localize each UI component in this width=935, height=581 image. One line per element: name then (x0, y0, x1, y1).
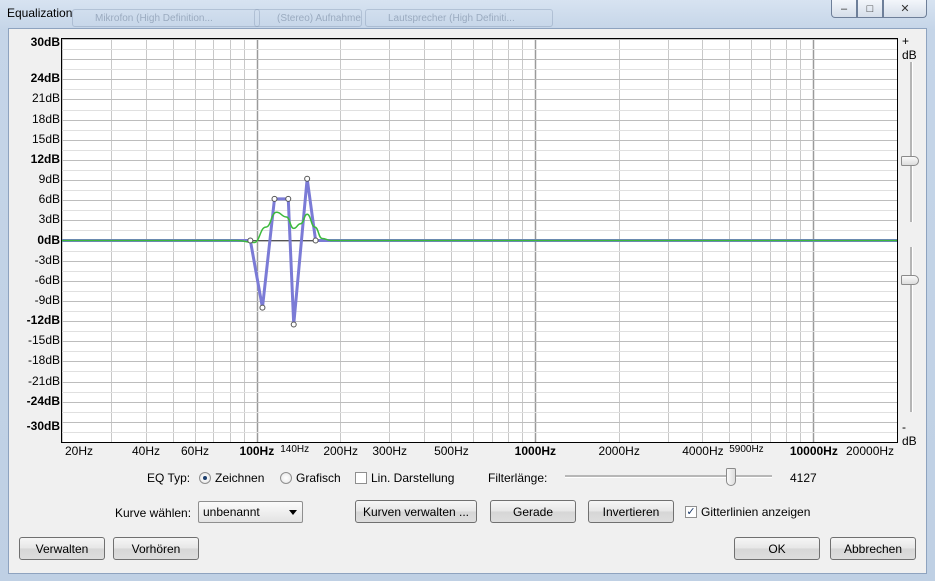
manage-curves-button[interactable]: Kurven verwalten ... (355, 500, 477, 523)
invert-button[interactable]: Invertieren (588, 500, 674, 523)
db-axis-label: 15dB (31, 131, 60, 146)
linear-scale-label[interactable]: Lin. Darstellung (371, 471, 454, 485)
db-axis-label: 30dB (30, 35, 60, 49)
db-axis-label: 3dB (38, 212, 60, 227)
background-device-tab: (Stereo) Aufnahme (254, 9, 362, 27)
curve-control-point[interactable] (247, 237, 254, 244)
hz-axis-label: 20Hz (65, 444, 94, 458)
db-axis-label: 18dB (31, 111, 60, 126)
curve-select-label: Kurve wählen: (115, 506, 192, 520)
filter-response-curve (62, 211, 897, 244)
dialog-body: 30dB 24dB 21dB 18dB 15dB 12dB 9dB 6dB 3dB 0dB -3dB… (8, 28, 927, 574)
grid-checkbox[interactable]: ✓ (685, 506, 697, 518)
minimize-icon: – (840, 2, 848, 15)
db-axis-label: -30dB (26, 419, 60, 433)
preview-button[interactable]: Vorhören (113, 537, 199, 560)
background-device-tab: Lautsprecher (High Definiti... (365, 9, 553, 27)
db-axis-label: 21dB (31, 91, 60, 106)
min-gain-slider[interactable] (901, 247, 919, 417)
manage-button[interactable]: Verwalten (19, 537, 105, 560)
maximize-button[interactable]: □ (857, 0, 883, 18)
hz-axis-label: 40Hz (131, 444, 160, 458)
hz-axis-label: 20000Hz (846, 444, 895, 458)
db-axis-label: 0dB (37, 232, 60, 247)
hz-axis-label: 100Hz (239, 444, 275, 458)
db-axis-label: 24dB (30, 71, 60, 86)
curve-control-point[interactable] (290, 321, 297, 328)
db-axis-label: 12dB (30, 151, 60, 166)
eq-curve-canvas[interactable] (61, 38, 898, 443)
curve-control-point[interactable] (304, 175, 311, 182)
db-axis-label: -24dB (26, 393, 60, 408)
linear-scale-checkbox[interactable] (355, 472, 367, 484)
min-gain-track (910, 247, 913, 412)
flat-button[interactable]: Gerade (490, 500, 576, 523)
hz-axis-label: 2000Hz (598, 444, 640, 458)
hz-axis-label: 140Hz (280, 444, 310, 455)
background-device-tab: Mikrofon (High Definition... (72, 9, 260, 27)
curve-control-point[interactable] (285, 195, 292, 202)
eq-graph-area: 30dB 24dB 21dB 18dB 15dB 12dB 9dB 6dB 3dB 0dB -3dB… (14, 32, 919, 465)
curve-select-value: unbenannt (203, 505, 260, 519)
db-axis-label: -3dB (34, 252, 60, 267)
max-gain-track (910, 62, 913, 222)
minimize-button[interactable]: – (831, 0, 857, 18)
maximize-icon: □ (866, 2, 874, 15)
equalization-window: Equalization Mikrofon (High Definition..… (0, 0, 935, 581)
filter-length-thumb[interactable] (725, 468, 736, 486)
cancel-button[interactable]: Abbrechen (830, 537, 916, 560)
db-axis-label: -9dB (34, 292, 60, 307)
db-axis-label: 9dB (38, 172, 60, 187)
graphic-radio-label[interactable]: Grafisch (296, 471, 341, 485)
grid-checkbox-label[interactable]: Gitterlinien anzeigen (701, 505, 810, 519)
hz-axis-label: 60Hz (180, 444, 209, 458)
filter-length-label: Filterlänge: (488, 471, 548, 485)
minus-db-label: - dB (902, 420, 917, 448)
max-gain-slider[interactable] (901, 62, 919, 227)
db-axis-label: -6dB (34, 272, 60, 287)
close-icon: ✕ (900, 3, 910, 15)
hz-axis-label: 5900Hz (729, 444, 764, 455)
db-axis-label: -18dB (27, 353, 60, 368)
min-gain-thumb[interactable] (901, 275, 919, 285)
close-button[interactable]: ✕ (883, 0, 927, 18)
draw-radio-label[interactable]: Zeichnen (215, 471, 264, 485)
db-axis-label: -15dB (27, 333, 60, 348)
draw-radio[interactable] (199, 472, 211, 484)
hz-axis-label: 200Hz (323, 444, 359, 458)
db-axis-label: 6dB (38, 192, 60, 207)
curve-select[interactable]: unbenannt (198, 501, 303, 523)
hz-axis-label: 500Hz (434, 444, 469, 458)
max-gain-thumb[interactable] (901, 156, 919, 167)
eq-type-label: EQ Typ: (147, 471, 191, 485)
curve-control-point[interactable] (312, 237, 319, 244)
hz-axis-label: 1000Hz (514, 444, 557, 458)
eq-graph-svg (62, 39, 897, 442)
title-bar: Equalization Mikrofon (High Definition..… (0, 0, 935, 28)
hz-axis-label: 4000Hz (682, 444, 724, 458)
window-title: Equalization (7, 6, 73, 20)
db-axis-label: -12dB (26, 313, 60, 328)
plus-db-label: + dB (902, 34, 917, 62)
filter-length-track (565, 475, 772, 478)
graphic-radio[interactable] (280, 472, 292, 484)
ok-button[interactable]: OK (734, 537, 820, 560)
hz-axis-label: 300Hz (372, 444, 408, 458)
chevron-down-icon (289, 510, 297, 515)
filter-length-value: 4127 (790, 471, 817, 485)
db-axis-label: -21dB (27, 373, 60, 388)
hz-axis-label: 10000Hz (789, 444, 838, 458)
curve-control-point[interactable] (271, 195, 278, 202)
curve-control-point[interactable] (259, 304, 266, 311)
